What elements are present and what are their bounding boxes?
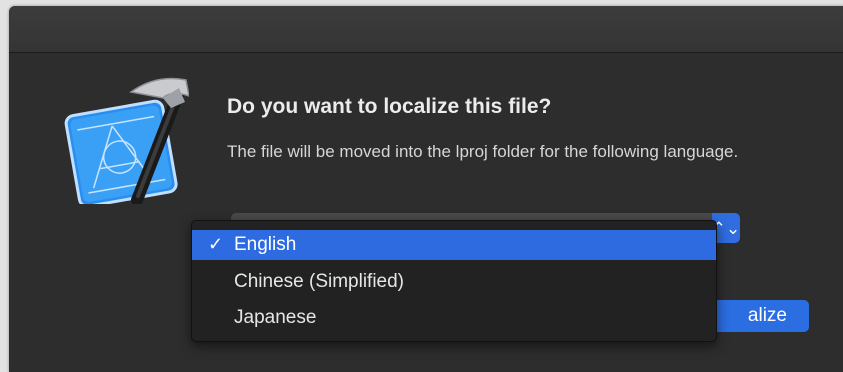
menu-item-label: Chinese (Simplified)	[234, 271, 405, 292]
menu-item-chinese-simplified[interactable]: Chinese (Simplified)	[192, 267, 716, 297]
menu-item-label: English	[234, 234, 297, 255]
localize-button-label: alize	[747, 305, 787, 326]
menu-item-japanese[interactable]: Japanese	[192, 303, 716, 333]
language-dropdown-menu: ✓ English Chinese (Simplified) Japanese	[191, 220, 717, 342]
localize-dialog: Do you want to localize this file? The f…	[9, 6, 843, 372]
xcode-icon	[64, 77, 189, 204]
menu-item-english[interactable]: ✓ English	[192, 230, 716, 260]
dialog-titlebar	[9, 6, 843, 53]
menu-item-label: Japanese	[234, 307, 317, 328]
dialog-message: The file will be moved into the lproj fo…	[227, 142, 739, 161]
dialog-title: Do you want to localize this file?	[227, 95, 552, 118]
checkmark-icon: ✓	[208, 234, 224, 254]
